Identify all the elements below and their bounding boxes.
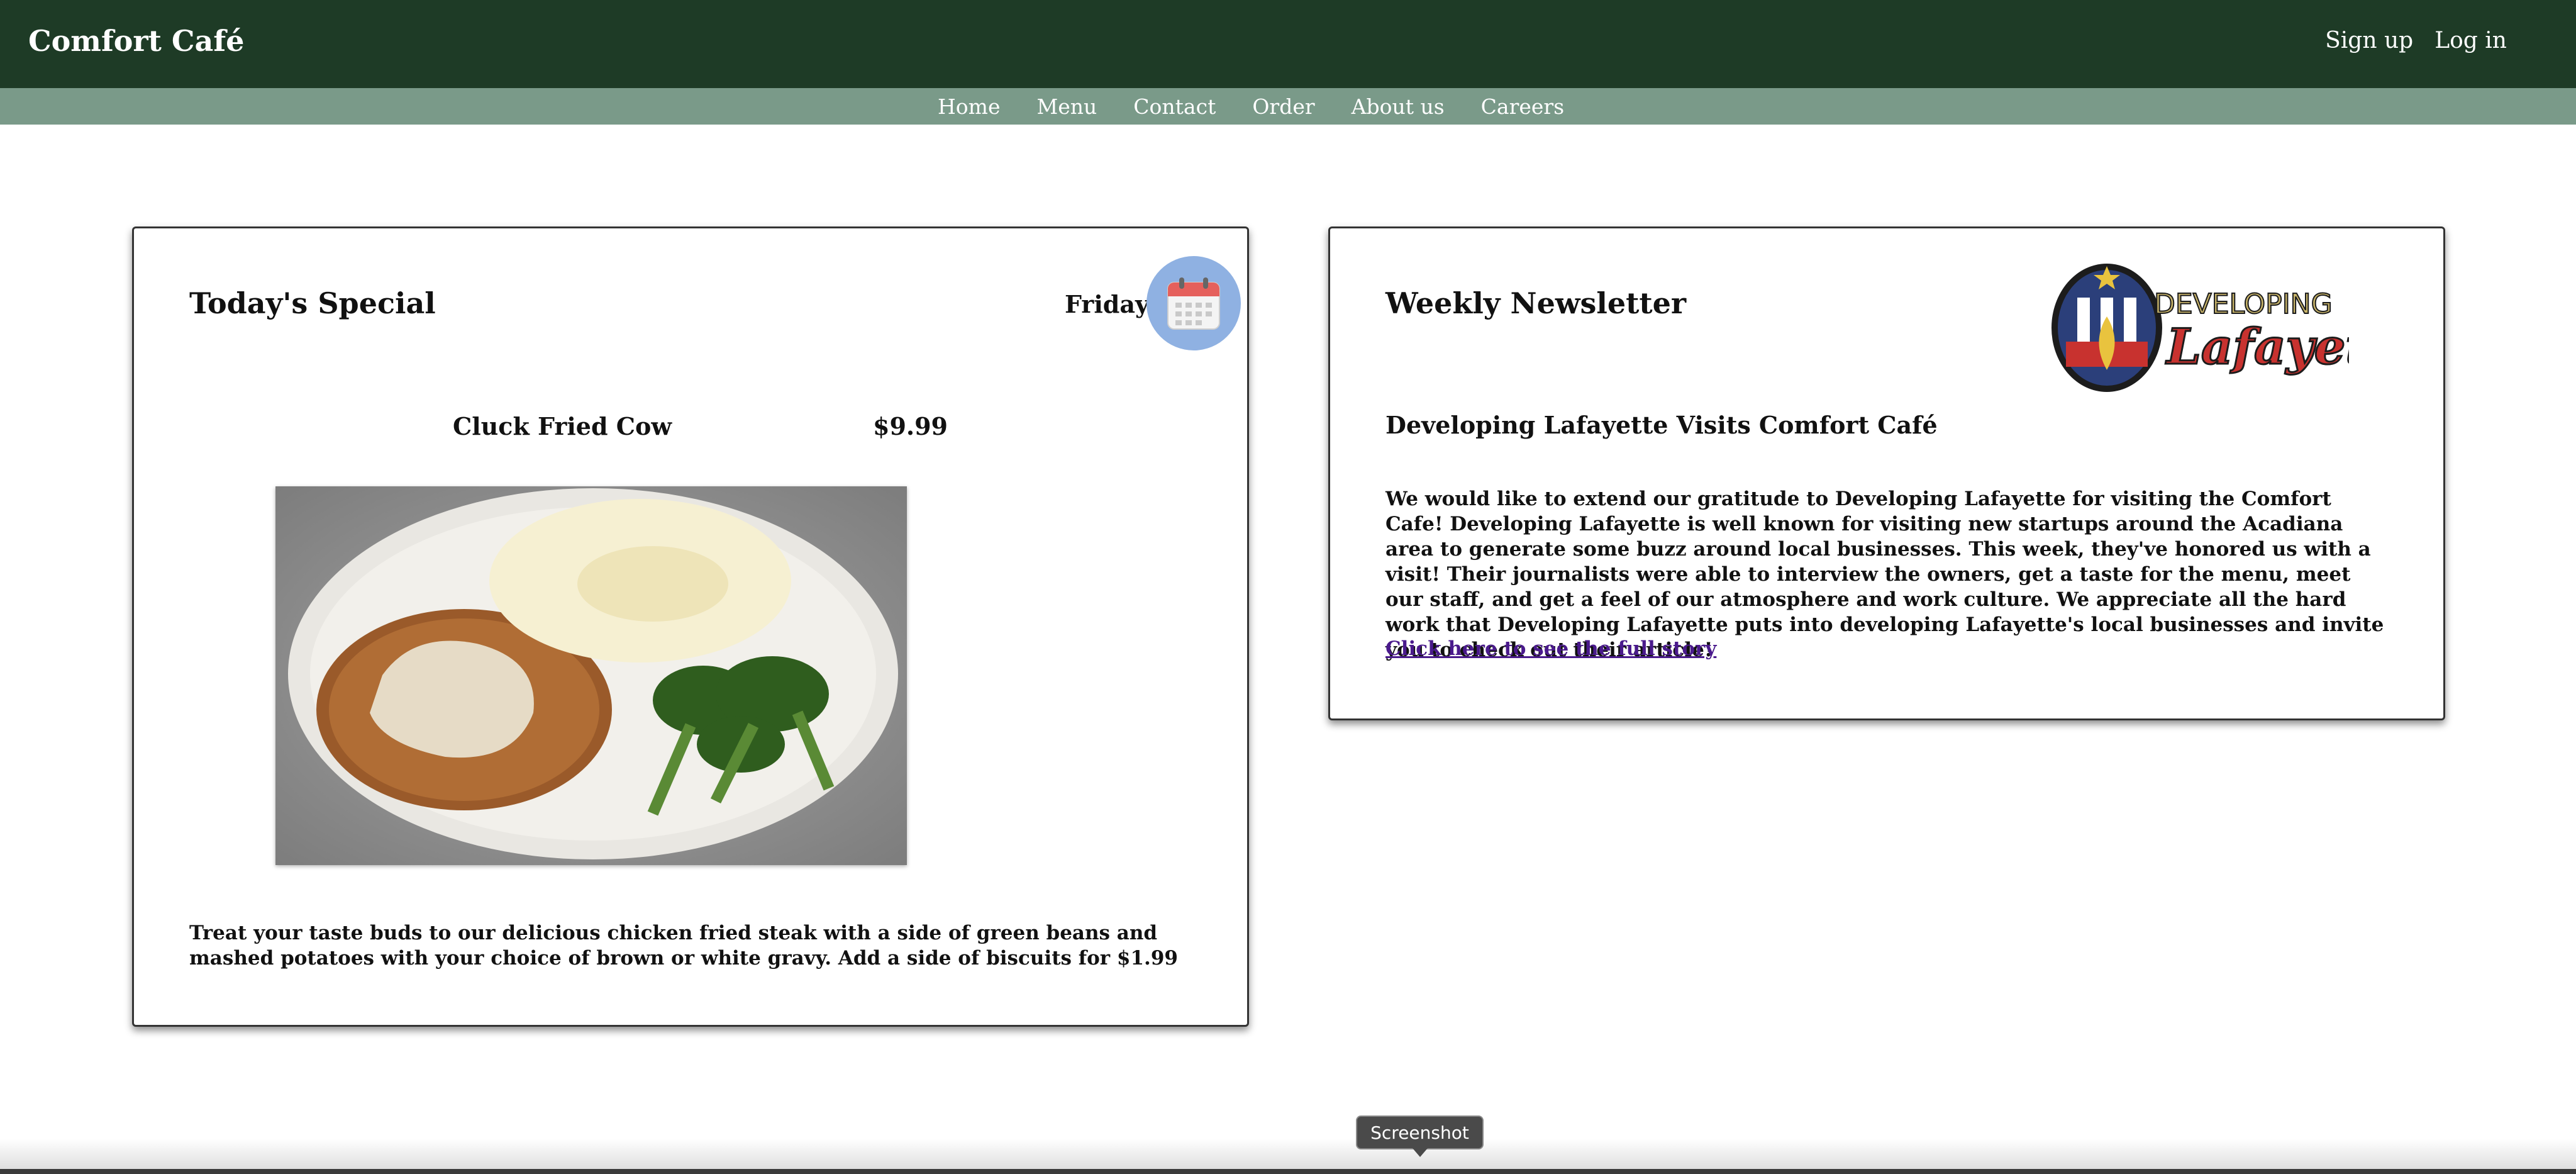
logo-text-bottom: Lafayette: [2165, 318, 2349, 376]
nav-contact[interactable]: Contact: [1133, 94, 1216, 119]
nav-order[interactable]: Order: [1252, 94, 1314, 119]
login-link[interactable]: Log in: [2434, 28, 2507, 53]
newsletter-card: Weekly Newsletter DEVELOPING Lafayette D…: [1328, 226, 2445, 720]
day-label: Friday: [1065, 290, 1150, 318]
newsletter-body: We would like to extend our gratitude to…: [1385, 488, 2384, 661]
nav-bar: Home Menu Contact Order About us Careers: [0, 88, 2576, 125]
bottom-edge: [0, 1169, 2576, 1174]
calendar-badge: [1146, 256, 1241, 350]
top-header: Comfort Café Sign up Log in: [0, 0, 2576, 88]
dish-photo: [275, 486, 907, 865]
dish-price: $9.99: [873, 412, 948, 440]
newsletter-headline: Developing Lafayette Visits Comfort Café: [1385, 411, 1938, 439]
brand-title[interactable]: Comfort Café: [28, 24, 244, 58]
nav-links: Home Menu Contact Order About us Careers: [938, 94, 1564, 119]
full-story-link[interactable]: Click here to see the full story: [1385, 637, 1716, 660]
nav-menu[interactable]: Menu: [1036, 94, 1097, 119]
auth-links: Sign up Log in: [2325, 28, 2507, 53]
screenshot-tooltip: Screenshot: [1356, 1115, 1484, 1157]
special-title: Today's Special: [189, 286, 436, 320]
developing-lafayette-logo: DEVELOPING Lafayette: [2047, 254, 2423, 398]
signup-link[interactable]: Sign up: [2325, 28, 2413, 53]
nav-home[interactable]: Home: [938, 94, 1000, 119]
todays-special-card: Today's Special Friday Cluck Fried Cow $…: [132, 226, 1249, 1027]
dish-name: Cluck Fried Cow: [453, 412, 672, 440]
nav-careers[interactable]: Careers: [1481, 94, 1564, 119]
logo-text-top: DEVELOPING: [2154, 288, 2333, 320]
nav-about[interactable]: About us: [1352, 94, 1445, 119]
newsletter-title: Weekly Newsletter: [1385, 286, 1687, 320]
special-description: Treat your taste buds to our delicious c…: [189, 922, 1178, 970]
